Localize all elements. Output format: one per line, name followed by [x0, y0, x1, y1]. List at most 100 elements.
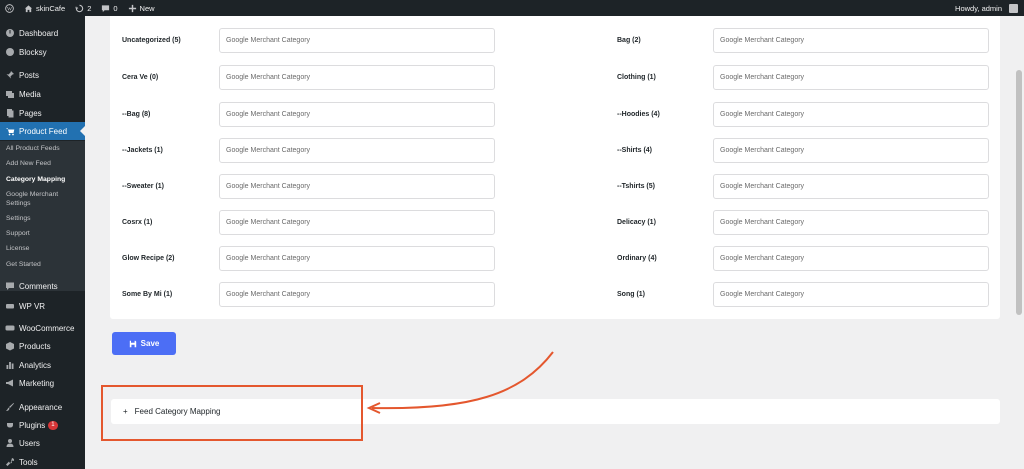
site-name: skinCafe: [36, 3, 66, 13]
sidebar-item-label: Dashboard: [19, 28, 59, 38]
plug-icon: [0, 420, 19, 430]
sidebar-item-label: Blocksy: [19, 47, 47, 57]
google-category-input[interactable]: Google Merchant Category: [713, 138, 989, 163]
sidebar-item-label: Tools: [19, 457, 38, 467]
sidebar-item-label: Comments: [19, 281, 58, 291]
input-placeholder: Google Merchant Category: [226, 255, 311, 262]
wrench-icon: [0, 457, 19, 467]
input-placeholder: Google Merchant Category: [720, 111, 805, 118]
sidebar-item-label: Media: [19, 89, 41, 99]
sidebar-item-blocksy[interactable]: Blocksy: [0, 43, 85, 61]
google-category-input[interactable]: Google Merchant Category: [219, 282, 495, 307]
google-category-input[interactable]: Google Merchant Category: [713, 102, 989, 127]
submenu-item-support[interactable]: Support: [6, 230, 82, 239]
category-label: Cosrx (1): [122, 219, 153, 226]
input-placeholder: Google Merchant Category: [226, 219, 311, 226]
howdy-text: Howdy, admin: [955, 3, 1002, 13]
sidebar-item-woocommerce[interactable]: WooCommerce: [0, 319, 85, 337]
submenu-item-category-mapping[interactable]: Category Mapping: [6, 176, 82, 185]
google-category-input[interactable]: Google Merchant Category: [713, 282, 989, 307]
dashboard-icon: [0, 28, 19, 38]
sidebar-item-label: WP VR: [19, 301, 46, 311]
input-placeholder: Google Merchant Category: [226, 74, 311, 81]
google-category-input[interactable]: Google Merchant Category: [219, 246, 495, 271]
google-category-input[interactable]: Google Merchant Category: [219, 210, 495, 235]
input-placeholder: Google Merchant Category: [226, 37, 311, 44]
wp-logo-icon[interactable]: W: [0, 0, 19, 16]
sidebar-item-wp-vr[interactable]: WP VR: [0, 297, 85, 315]
input-placeholder: Google Merchant Category: [226, 147, 311, 154]
google-category-input[interactable]: Google Merchant Category: [713, 246, 989, 271]
category-label: --Jackets (1): [122, 147, 163, 154]
google-category-input[interactable]: Google Merchant Category: [219, 102, 495, 127]
site-name-link[interactable]: skinCafe: [19, 0, 70, 16]
sidebar-item-dashboard[interactable]: Dashboard: [0, 24, 85, 42]
sidebar-item-label: Marketing: [19, 378, 55, 388]
google-category-input[interactable]: Google Merchant Category: [713, 210, 989, 235]
google-category-input[interactable]: Google Merchant Category: [713, 65, 989, 90]
submenu-item-all-product-feeds[interactable]: All Product Feeds: [6, 145, 82, 154]
sidebar-item-appearance[interactable]: Appearance: [0, 398, 85, 416]
scrollbar[interactable]: [1016, 70, 1022, 315]
sidebar-item-comments[interactable]: Comments: [0, 277, 85, 295]
woo-icon: [0, 323, 19, 333]
sidebar-item-plugins[interactable]: Plugins 1: [0, 416, 85, 434]
category-label: --Shirts (4): [617, 147, 652, 154]
input-placeholder: Google Merchant Category: [720, 147, 805, 154]
sidebar-item-products[interactable]: Products: [0, 337, 85, 355]
category-label: Clothing (1): [617, 74, 656, 81]
input-placeholder: Google Merchant Category: [720, 37, 805, 44]
sidebar-item-label: Analytics: [19, 360, 52, 370]
submenu-item-settings[interactable]: Settings: [6, 215, 82, 224]
admin-bar: W skinCafe 2 0 New Howdy, admin: [0, 0, 1024, 16]
category-label: --Bag (8): [122, 111, 151, 118]
google-category-input[interactable]: Google Merchant Category: [713, 174, 989, 199]
category-label: Some By Mi (1): [122, 291, 173, 298]
sidebar-item-product-feed[interactable]: Product Feed: [0, 122, 85, 140]
google-category-input[interactable]: Google Merchant Category: [713, 28, 989, 53]
category-label: --Sweater (1): [122, 183, 165, 190]
google-category-input[interactable]: Google Merchant Category: [219, 28, 495, 53]
input-placeholder: Google Merchant Category: [226, 291, 311, 298]
updates-icon: [75, 4, 84, 12]
sidebar-item-marketing[interactable]: Marketing: [0, 374, 85, 392]
brush-icon: [0, 402, 19, 412]
google-category-input[interactable]: Google Merchant Category: [219, 174, 495, 199]
category-label: --Tshirts (5): [617, 183, 655, 190]
google-category-input[interactable]: Google Merchant Category: [219, 65, 495, 90]
category-label: Cera Ve (0): [122, 74, 159, 81]
sidebar-item-label: WooCommerce: [19, 323, 75, 333]
pin-icon: [0, 70, 19, 80]
analytics-icon: [0, 360, 19, 370]
my-account[interactable]: Howdy, admin: [950, 0, 1024, 16]
submenu-item-add-new-feed[interactable]: Add New Feed: [6, 160, 82, 169]
input-placeholder: Google Merchant Category: [720, 291, 805, 298]
sidebar-item-posts[interactable]: Posts: [0, 66, 85, 84]
sidebar-item-pages[interactable]: Pages: [0, 104, 85, 122]
input-placeholder: Google Merchant Category: [720, 255, 805, 262]
category-label: Uncategorized (5): [122, 37, 181, 44]
sidebar-item-label: Plugins: [19, 420, 46, 430]
updates-link[interactable]: 2: [70, 0, 96, 16]
save-button[interactable]: Save: [112, 332, 176, 355]
submenu-item-get-started[interactable]: Get Started: [6, 261, 82, 270]
sidebar-item-label: Product Feed: [19, 126, 68, 136]
product-feed-submenu: All Product Feeds Add New Feed Category Ma…: [0, 141, 85, 291]
sidebar-item-tools[interactable]: Tools: [0, 453, 85, 469]
plus-icon: [128, 4, 136, 12]
comments-link[interactable]: 0: [96, 0, 122, 16]
floppy-icon: [129, 340, 136, 347]
sidebar-item-users[interactable]: Users: [0, 434, 85, 452]
submenu-item-google-merchant-settings[interactable]: Google Merchant Settings: [6, 191, 82, 208]
new-content-link[interactable]: New: [123, 0, 160, 16]
input-placeholder: Google Merchant Category: [720, 183, 805, 190]
sidebar-item-label: Pages: [19, 108, 42, 118]
sidebar-item-analytics[interactable]: Analytics: [0, 356, 85, 374]
category-label: Bag (2): [617, 37, 641, 44]
updates-count: 2: [87, 3, 92, 13]
sidebar-item-label: Users: [19, 438, 40, 448]
input-placeholder: Google Merchant Category: [720, 219, 805, 226]
submenu-item-license[interactable]: License: [6, 245, 82, 254]
sidebar-item-media[interactable]: Media: [0, 85, 85, 103]
google-category-input[interactable]: Google Merchant Category: [219, 138, 495, 163]
